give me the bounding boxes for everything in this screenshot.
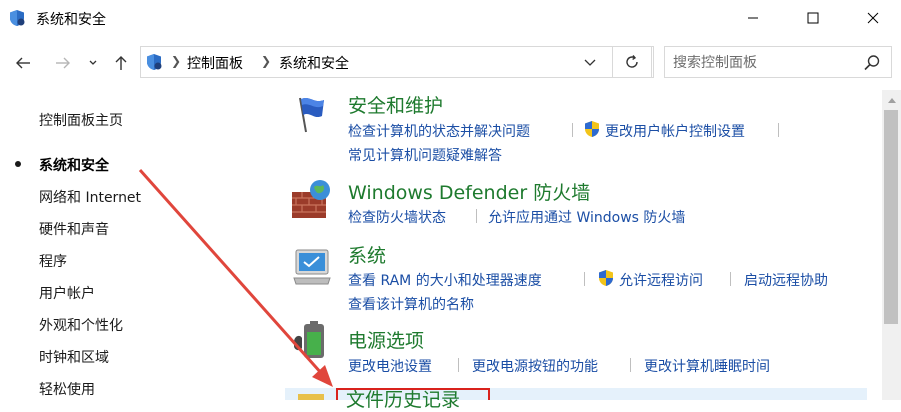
link-divider xyxy=(572,123,573,137)
link-launch-remote-assistance[interactable]: 启动远程协助 xyxy=(744,270,828,290)
link-change-uac-settings[interactable]: 更改用户帐户控制设置 xyxy=(605,121,745,141)
link-troubleshoot[interactable]: 常见计算机问题疑难解答 xyxy=(348,145,502,165)
file-history-icon xyxy=(298,394,324,400)
maximize-button[interactable] xyxy=(790,0,836,36)
link-change-sleep-time[interactable]: 更改计算机睡眠时间 xyxy=(644,356,770,376)
chevron-up-icon xyxy=(887,97,896,103)
link-change-battery-settings[interactable]: 更改电池设置 xyxy=(348,356,432,376)
chevron-down-icon xyxy=(89,60,97,65)
sidebar-item-control-panel-home[interactable]: 控制面板主页 xyxy=(39,110,123,130)
link-allow-remote-access[interactable]: 允许远程访问 xyxy=(619,270,703,290)
forward-arrow-icon xyxy=(56,57,70,69)
close-button[interactable] xyxy=(850,0,896,36)
minimize-button[interactable] xyxy=(730,0,776,36)
refresh-icon xyxy=(626,55,638,68)
uac-shield-icon xyxy=(599,270,613,286)
link-change-power-buttons[interactable]: 更改电源按钮的功能 xyxy=(472,356,598,376)
sidebar-item-system-security[interactable]: 系统和安全 xyxy=(39,155,109,175)
category-title-firewall[interactable]: Windows Defender 防火墙 xyxy=(348,178,590,205)
chevron-down-icon xyxy=(584,59,596,66)
link-divider xyxy=(584,272,585,286)
scrollbar-thumb[interactable] xyxy=(884,110,898,324)
window-title: 系统和安全 xyxy=(36,12,106,28)
power-options-battery-icon xyxy=(294,321,324,358)
link-divider xyxy=(730,272,731,286)
breadcrumb-control-panel[interactable]: 控制面板 xyxy=(187,53,243,73)
address-dropdown-button[interactable] xyxy=(580,52,600,72)
address-bar[interactable]: ❯ 控制面板 ❯ 系统和安全 xyxy=(140,46,654,78)
forward-button[interactable] xyxy=(52,52,74,74)
sidebar-item-network[interactable]: 网络和 Internet xyxy=(39,187,141,207)
system-computer-icon xyxy=(293,249,331,285)
minimize-icon xyxy=(748,17,758,19)
category-title-system[interactable]: 系统 xyxy=(348,241,386,268)
link-check-computer-status[interactable]: 检查计算机的状态并解决问题 xyxy=(348,121,530,141)
sidebar-item-user-accounts[interactable]: 用户帐户 xyxy=(39,283,95,303)
link-allow-app-firewall[interactable]: 允许应用通过 Windows 防火墙 xyxy=(488,207,685,227)
search-input[interactable] xyxy=(671,51,861,75)
close-icon xyxy=(867,12,879,24)
category-title-power-options[interactable]: 电源选项 xyxy=(348,326,424,353)
up-arrow-icon xyxy=(115,56,127,70)
back-button[interactable] xyxy=(12,52,34,74)
category-title-security-maintenance[interactable]: 安全和维护 xyxy=(348,91,443,118)
breadcrumb-system-security[interactable]: 系统和安全 xyxy=(279,53,349,73)
breadcrumb-separator-icon[interactable]: ❯ xyxy=(171,54,181,68)
scroll-up-button[interactable] xyxy=(882,90,901,109)
link-divider xyxy=(458,358,459,372)
maximize-icon xyxy=(807,12,819,24)
uac-shield-icon xyxy=(585,121,599,137)
refresh-button[interactable] xyxy=(612,46,652,78)
search-box[interactable] xyxy=(664,46,892,78)
annotation-highlight-box xyxy=(336,388,490,400)
breadcrumb-separator-icon[interactable]: ❯ xyxy=(261,54,271,68)
sidebar-item-programs[interactable]: 程序 xyxy=(39,251,67,271)
firewall-icon xyxy=(292,180,330,218)
title-bar: 系统和安全 xyxy=(0,0,901,36)
sidebar-item-hardware-sound[interactable]: 硬件和声音 xyxy=(39,219,109,239)
search-icon[interactable] xyxy=(863,54,881,72)
link-view-computer-name[interactable]: 查看该计算机的名称 xyxy=(348,294,474,314)
active-bullet xyxy=(15,161,21,167)
control-panel-shield-icon xyxy=(10,10,25,26)
link-check-firewall-status[interactable]: 检查防火墙状态 xyxy=(348,207,446,227)
link-divider xyxy=(778,123,779,137)
link-divider xyxy=(476,209,477,223)
security-maintenance-flag-icon xyxy=(299,97,324,133)
sidebar-item-appearance[interactable]: 外观和个性化 xyxy=(39,315,123,335)
link-divider xyxy=(630,358,631,372)
up-button[interactable] xyxy=(110,52,132,74)
sidebar-item-ease-of-access[interactable]: 轻松使用 xyxy=(39,379,95,399)
link-view-ram-processor[interactable]: 查看 RAM 的大小和处理器速度 xyxy=(348,270,542,290)
recent-locations-button[interactable] xyxy=(84,52,102,74)
back-arrow-icon xyxy=(16,57,30,69)
control-panel-shield-icon xyxy=(147,54,162,70)
sidebar-item-clock-region[interactable]: 时钟和区域 xyxy=(39,347,109,367)
